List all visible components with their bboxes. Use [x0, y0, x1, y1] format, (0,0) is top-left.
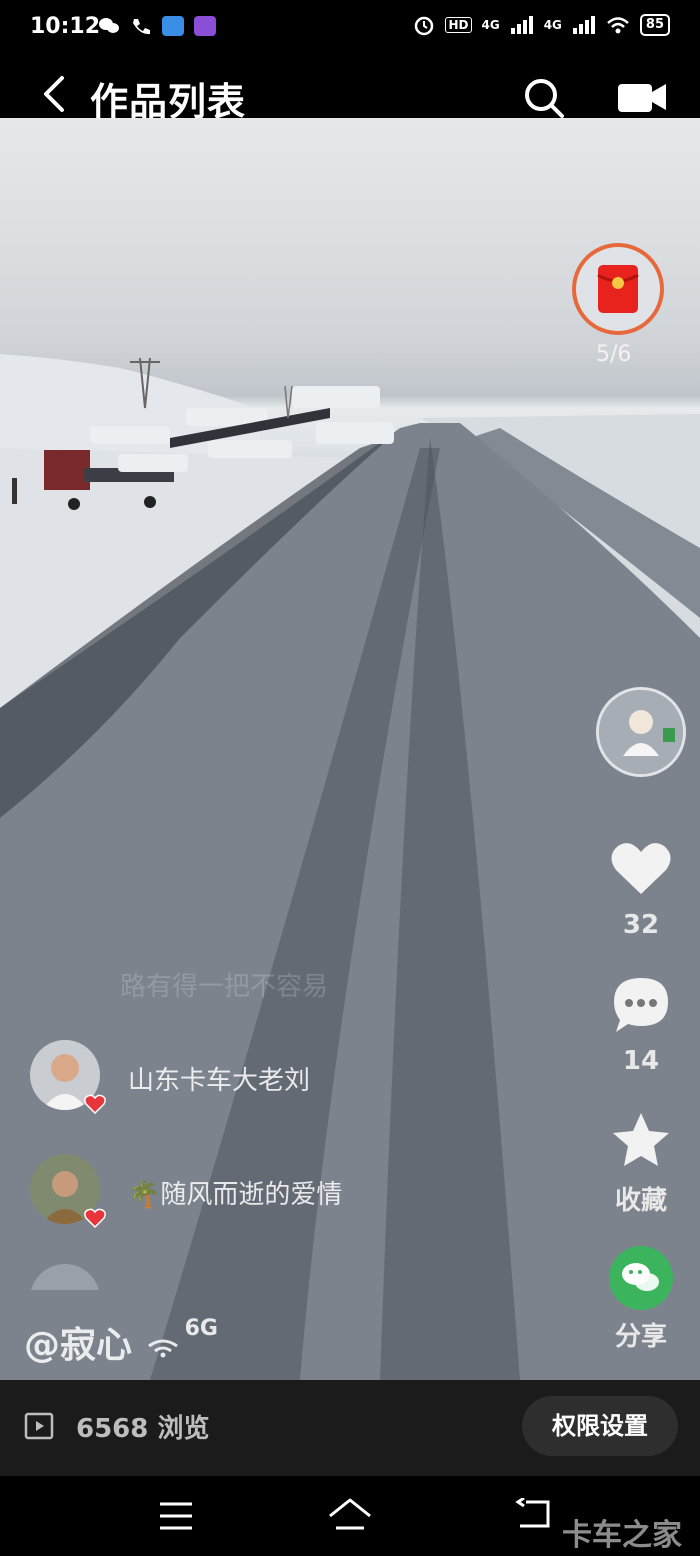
- back-nav-icon[interactable]: [514, 1498, 554, 1532]
- author-name: @寂心: [24, 1325, 133, 1366]
- comment-user-name: 山东卡车大老刘: [128, 1066, 311, 1096]
- menu-icon[interactable]: [158, 1500, 194, 1532]
- alarm-icon: [415, 16, 434, 36]
- author-handle[interactable]: @寂心 6G: [24, 1316, 218, 1368]
- app-status-icon: [162, 16, 184, 36]
- view-count-label: 浏览: [157, 1414, 210, 1444]
- avatar-image: [599, 690, 683, 774]
- hd-label: HD: [445, 17, 472, 33]
- home-icon[interactable]: [326, 1496, 374, 1532]
- heart-badge-icon: [84, 1094, 106, 1114]
- comment-user-name: 🌴随风而逝的爱情: [128, 1180, 343, 1210]
- status-time: 10:12: [30, 14, 101, 39]
- share-button[interactable]: [609, 1246, 673, 1310]
- signal-icon-2: [572, 16, 595, 34]
- comment-count: 14: [622, 1046, 660, 1076]
- network-right: 4G: [543, 18, 562, 32]
- faded-comment: 路有得一把不容易: [120, 972, 329, 1002]
- red-packet-count: 5/6: [596, 342, 632, 367]
- status-right: HD 4G 4G 85: [413, 14, 670, 36]
- network-left: 4G: [481, 18, 500, 32]
- creator-avatar[interactable]: [596, 687, 686, 777]
- star-icon[interactable]: [610, 1110, 672, 1170]
- view-count-number: 6568: [76, 1414, 149, 1444]
- wechat-icon: [622, 1263, 659, 1291]
- signal-icon: [510, 16, 533, 34]
- wifi-icon: [147, 1339, 178, 1358]
- phone-status-icon: [133, 19, 150, 35]
- red-packet-icon: [597, 265, 639, 313]
- comment-icon[interactable]: [610, 974, 672, 1034]
- play-icon: [24, 1412, 54, 1440]
- view-count: 6568 浏览: [76, 1408, 209, 1445]
- app-status-icon-2: [194, 16, 216, 36]
- watermark-logo: 卡车之家: [562, 1518, 682, 1553]
- favorite-label: 收藏: [614, 1186, 667, 1216]
- heart-icon[interactable]: [610, 840, 672, 898]
- comment-avatar-partial: [30, 1264, 100, 1290]
- camera-icon[interactable]: [616, 80, 668, 114]
- heart-badge-icon: [84, 1208, 106, 1228]
- wifi-icon: [607, 17, 629, 34]
- red-packet-button[interactable]: [572, 243, 664, 335]
- search-icon[interactable]: [522, 76, 566, 120]
- status-notification-icons: [98, 16, 216, 36]
- permission-settings-button[interactable]: 权限设置: [522, 1396, 678, 1456]
- wechat-status-icon: [99, 18, 119, 33]
- share-label: 分享: [614, 1322, 667, 1352]
- battery-indicator: 85: [639, 14, 670, 36]
- author-suffix: 6G: [184, 1316, 218, 1341]
- like-count: 32: [622, 910, 660, 940]
- back-icon[interactable]: [38, 74, 68, 114]
